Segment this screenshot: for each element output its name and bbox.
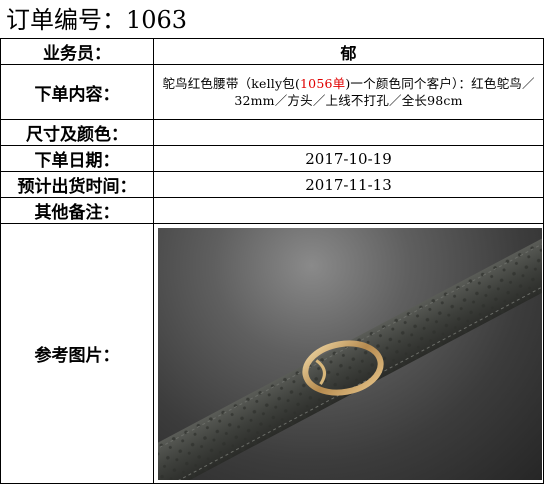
order-date-label: 下单日期： bbox=[0, 145, 154, 172]
row-size-color: 尺寸及颜色： bbox=[0, 119, 544, 146]
row-order-date: 下单日期： 2017-10-19 bbox=[0, 145, 544, 172]
notes-value bbox=[153, 197, 544, 224]
order-content-value: 鸵鸟红色腰带（kelly包(1056单)一个颜色同个客户）：红色鸵鸟／32mm／… bbox=[153, 64, 544, 120]
order-content-highlight: 1056单 bbox=[300, 76, 346, 91]
salesperson-label: 业务员： bbox=[0, 38, 154, 65]
order-content-text-before: 鸵鸟红色腰带（kelly包( bbox=[162, 76, 301, 91]
salesperson-value: 郁 bbox=[153, 38, 544, 65]
ship-date-label: 预计出货时间： bbox=[0, 171, 154, 198]
row-notes: 其他备注： bbox=[0, 197, 544, 224]
row-salesperson: 业务员： 郁 bbox=[0, 38, 544, 65]
row-reference-photo: 参考图片： bbox=[0, 223, 544, 484]
order-number-title: 订单编号：1063 bbox=[6, 6, 188, 34]
ship-date-value: 2017-11-13 bbox=[153, 171, 544, 198]
reference-photo-cell bbox=[153, 223, 544, 484]
size-color-label: 尺寸及颜色： bbox=[0, 119, 154, 146]
order-content-label: 下单内容： bbox=[0, 64, 154, 120]
order-table: 业务员： 郁 下单内容： 鸵鸟红色腰带（kelly包(1056单)一个颜色同个客… bbox=[0, 38, 544, 484]
size-color-value bbox=[153, 119, 544, 146]
notes-label: 其他备注： bbox=[0, 197, 154, 224]
row-ship-date: 预计出货时间： 2017-11-13 bbox=[0, 171, 544, 198]
row-order-content: 下单内容： 鸵鸟红色腰带（kelly包(1056单)一个颜色同个客户）：红色鸵鸟… bbox=[0, 64, 544, 120]
reference-photo bbox=[158, 227, 542, 480]
order-date-value: 2017-10-19 bbox=[153, 145, 544, 172]
reference-photo-label: 参考图片： bbox=[0, 223, 154, 484]
belt-photo-illustration bbox=[158, 232, 542, 480]
